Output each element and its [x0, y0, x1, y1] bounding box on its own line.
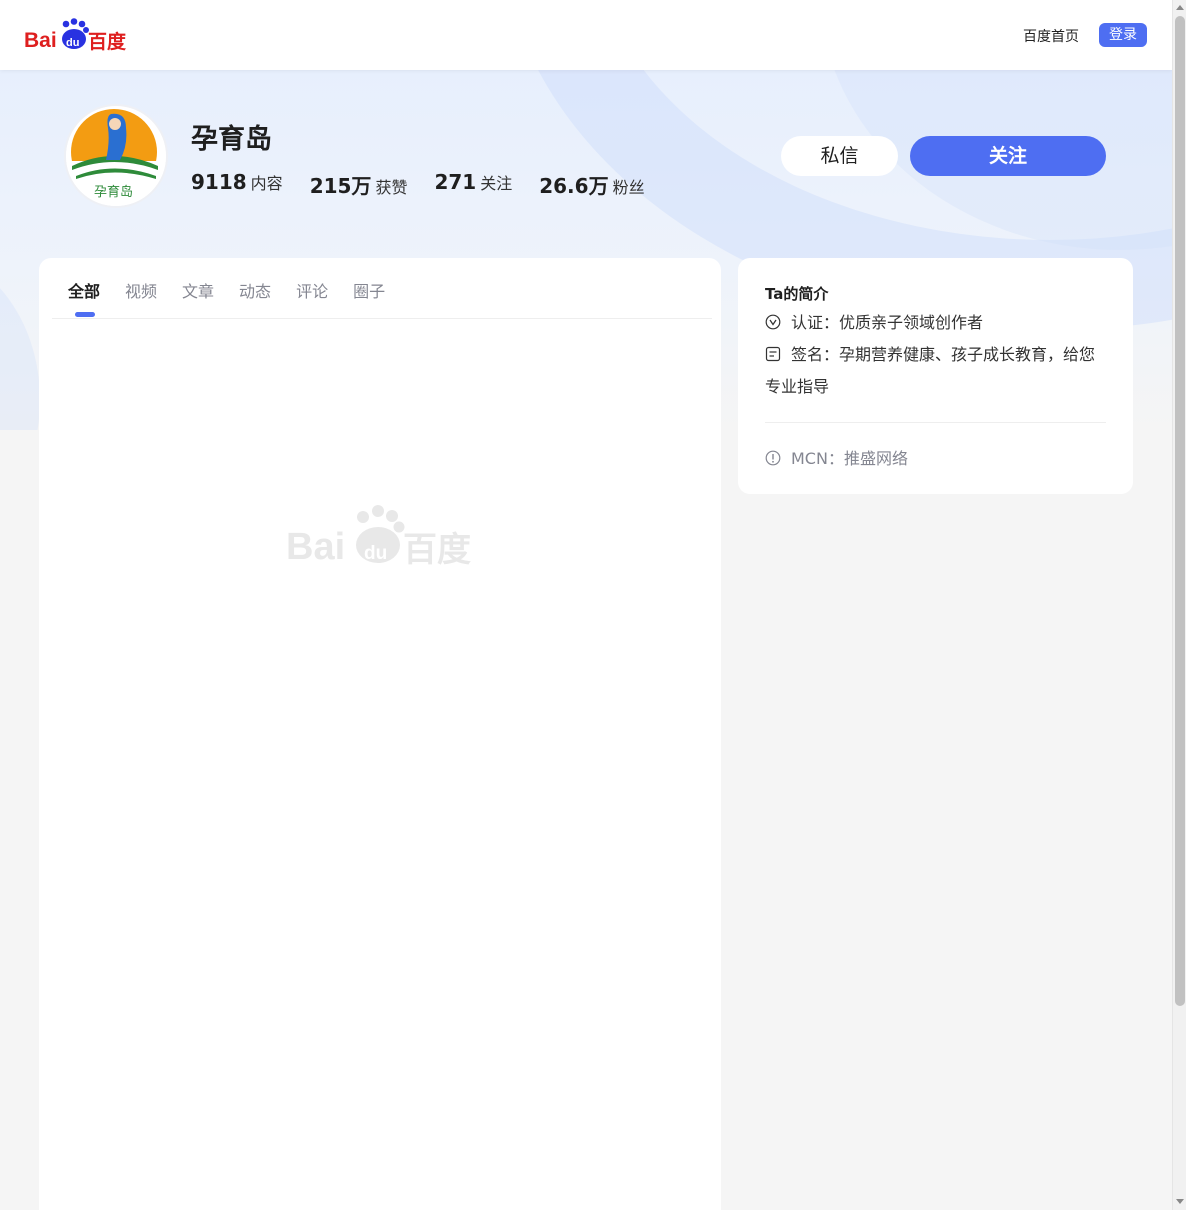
- tab-article[interactable]: 文章: [182, 278, 214, 302]
- baidu-home-link[interactable]: 百度首页: [1023, 26, 1079, 46]
- avatar-image: 孕育岛: [66, 106, 166, 206]
- private-message-button[interactable]: 私信: [781, 136, 898, 176]
- svg-text:Bai: Bai: [286, 526, 345, 565]
- certification-text: 认证：优质亲子领域创作者: [791, 313, 984, 332]
- avatar-text: 孕育岛: [94, 184, 133, 200]
- stat-value: 271: [434, 170, 477, 194]
- intro-divider: [765, 422, 1106, 423]
- svg-text:百度: 百度: [403, 530, 471, 565]
- stat-value: 26.6万: [539, 174, 609, 198]
- scroll-down-arrow-icon[interactable]: [1176, 1199, 1184, 1204]
- stat-label: 内容: [250, 174, 283, 193]
- scroll-up-arrow-icon[interactable]: [1176, 5, 1184, 10]
- profile-name: 孕育岛: [191, 124, 272, 155]
- svg-text:du: du: [66, 37, 79, 49]
- profile-stats: 9118 内容 215万 获赞 271 关注 26.6万 粉丝: [191, 170, 672, 199]
- stat-content-count[interactable]: 9118 内容: [191, 170, 283, 199]
- tab-all[interactable]: 全部: [68, 278, 100, 302]
- top-nav-bar: Bai du 百度 百度首页 登录: [0, 0, 1172, 70]
- note-icon: [765, 346, 781, 362]
- intro-card: Ta的简介 认证：优质亲子领域创作者 签名：孕期营养健康、孩子成长教育，给您专业…: [738, 258, 1133, 494]
- active-tab-indicator: [75, 312, 95, 317]
- stat-fans[interactable]: 26.6万 粉丝: [539, 170, 644, 199]
- mcn-text: MCN：推盛网络: [791, 449, 908, 468]
- svg-text:du: du: [364, 543, 387, 564]
- tab-divider: [52, 318, 712, 319]
- tab-comment[interactable]: 评论: [296, 278, 328, 302]
- baidu-logo[interactable]: Bai du 百度: [24, 18, 128, 52]
- decorative-swirl: [0, 250, 40, 430]
- svg-text:Bai: Bai: [24, 29, 57, 52]
- avatar[interactable]: 孕育岛: [64, 104, 168, 208]
- verified-icon: [765, 314, 781, 330]
- intro-title: Ta的简介: [765, 285, 829, 303]
- stat-value: 9118: [191, 170, 247, 194]
- info-icon: [765, 450, 781, 466]
- loading-placeholder-logo: Bai du 百度: [286, 505, 471, 565]
- stat-label: 粉丝: [612, 178, 645, 197]
- stat-label: 关注: [480, 174, 513, 193]
- login-button[interactable]: 登录: [1099, 23, 1147, 47]
- stat-label: 获赞: [375, 178, 408, 197]
- signature-row: 签名：孕期营养健康、孩子成长教育，给您专业指导: [765, 339, 1110, 403]
- scrollbar-thumb[interactable]: [1175, 16, 1185, 1006]
- mcn-row: MCN：推盛网络: [765, 443, 1110, 475]
- tab-circle[interactable]: 圈子: [353, 278, 385, 302]
- svg-text:百度: 百度: [88, 30, 127, 52]
- tab-dynamic[interactable]: 动态: [239, 278, 271, 302]
- page-scrollbar[interactable]: [1172, 0, 1186, 1210]
- content-tabs: 全部 视频 文章 动态 评论 圈子: [68, 278, 410, 302]
- signature-text: 签名：孕期营养健康、孩子成长教育，给您专业指导: [765, 345, 1096, 396]
- follow-button[interactable]: 关注: [910, 136, 1106, 176]
- certification-row: 认证：优质亲子领域创作者: [765, 307, 1110, 339]
- tab-video[interactable]: 视频: [125, 278, 157, 302]
- stat-value: 215万: [309, 174, 372, 198]
- stat-following[interactable]: 271 关注: [434, 170, 512, 199]
- stat-likes[interactable]: 215万 获赞: [310, 170, 408, 199]
- content-feed-card: 全部 视频 文章 动态 评论 圈子 Bai du 百度: [39, 258, 721, 1210]
